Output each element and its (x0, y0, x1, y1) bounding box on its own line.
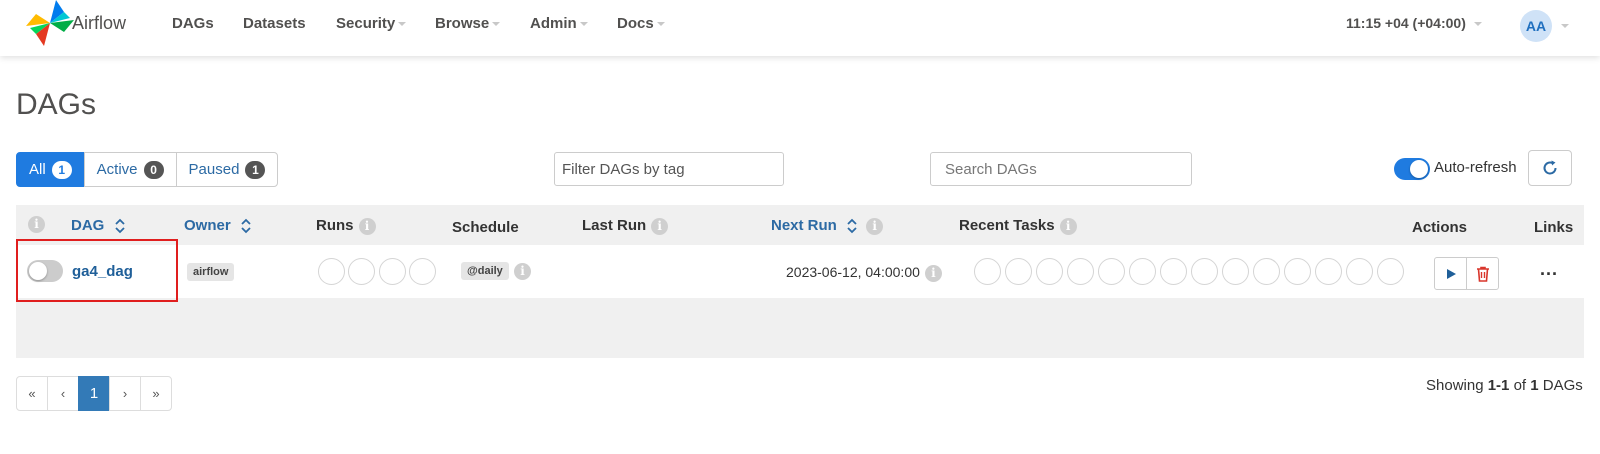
tag-filter-input[interactable] (554, 152, 784, 186)
task-status-circle[interactable] (974, 258, 1001, 285)
info-icon[interactable]: i (28, 216, 45, 233)
refresh-button[interactable] (1528, 150, 1572, 186)
task-status-circle[interactable] (1284, 258, 1311, 285)
filter-active-button[interactable]: Active 0 (83, 152, 177, 187)
highlight-box (16, 239, 178, 302)
header-dag[interactable]: DAG (71, 217, 125, 234)
trash-icon (1476, 266, 1489, 282)
dag-table-header: i DAG Owner Runs i Schedule Last Run i Nex… (16, 205, 1584, 245)
run-status-circle[interactable] (379, 258, 406, 285)
sort-icon (114, 218, 125, 234)
brand-name[interactable]: Airflow (72, 13, 126, 34)
page-next-button[interactable]: › (109, 376, 141, 411)
page-last-button[interactable]: » (140, 376, 172, 411)
info-icon[interactable]: i (1059, 217, 1077, 235)
page-title: DAGs (16, 88, 97, 121)
timezone-clock[interactable]: 11:15 +04 (+04:00) (1346, 15, 1482, 31)
play-icon (1446, 268, 1456, 279)
task-status-circle[interactable] (1222, 258, 1249, 285)
header-next-run[interactable]: Next Run i (771, 217, 884, 235)
page-current-button[interactable]: 1 (78, 376, 110, 411)
task-status-circle[interactable] (1377, 258, 1404, 285)
chevron-down-icon (398, 22, 407, 27)
info-icon[interactable]: i (866, 217, 884, 235)
delete-dag-button[interactable] (1466, 257, 1499, 290)
page-first-button[interactable]: « (16, 376, 48, 411)
run-status-circle[interactable] (409, 258, 436, 285)
task-status-circle[interactable] (1036, 258, 1063, 285)
header-schedule: Schedule (452, 219, 519, 236)
user-avatar[interactable]: AA (1520, 10, 1552, 42)
nav-browse[interactable]: Browse (435, 15, 501, 32)
auto-refresh-toggle[interactable] (1394, 158, 1430, 180)
header-links: Links (1534, 219, 1574, 236)
sort-icon (847, 218, 857, 234)
filter-paused-label: Paused (188, 161, 240, 178)
run-status-circle[interactable] (318, 258, 345, 285)
task-status-circle[interactable] (1160, 258, 1187, 285)
info-icon[interactable]: i (924, 264, 942, 282)
nav-admin[interactable]: Admin (530, 15, 588, 32)
task-status-circle[interactable] (1129, 258, 1156, 285)
task-status-circle[interactable] (1005, 258, 1032, 285)
search-dags-input[interactable] (930, 152, 1192, 186)
task-status-circle[interactable] (1315, 258, 1342, 285)
filter-paused-button[interactable]: Paused 1 (175, 152, 279, 187)
task-status-circle[interactable] (1191, 258, 1218, 285)
status-filter-group: All 1 Active 0 Paused 1 (16, 152, 279, 187)
schedule-tag[interactable]: @daily (461, 262, 509, 280)
run-status-circle[interactable] (348, 258, 375, 285)
next-run-value: 2023-06-12, 04:00:00 i (786, 264, 942, 282)
filter-all-button[interactable]: All 1 (16, 152, 85, 187)
chevron-down-icon (492, 22, 501, 27)
chevron-down-icon[interactable] (1561, 24, 1569, 28)
filter-all-count: 1 (51, 160, 72, 179)
owner-tag[interactable]: airflow (187, 263, 235, 281)
refresh-icon (1543, 160, 1557, 175)
chevron-down-icon (579, 22, 588, 27)
header-last-run: Last Run i (582, 217, 669, 235)
top-navbar: Airflow DAGs Datasets Security Browse Ad… (0, 0, 1600, 56)
airflow-logo-icon[interactable] (26, 0, 74, 46)
nav-dags[interactable]: DAGs (172, 15, 214, 32)
nav-docs[interactable]: Docs (617, 15, 665, 32)
task-status-circle[interactable] (1098, 258, 1125, 285)
task-status-circle[interactable] (1253, 258, 1280, 285)
links-menu[interactable]: ... (1540, 259, 1558, 280)
nav-datasets[interactable]: Datasets (243, 15, 306, 32)
auto-refresh-label: Auto-refresh (1434, 159, 1517, 176)
page-prev-button[interactable]: ‹ (47, 376, 79, 411)
nav-security[interactable]: Security (336, 15, 407, 32)
filter-all-label: All (29, 161, 46, 178)
header-owner[interactable]: Owner (184, 217, 251, 234)
filter-active-label: Active (96, 161, 138, 178)
header-recent-tasks: Recent Tasks i (959, 217, 1077, 235)
trigger-dag-button[interactable] (1434, 257, 1467, 290)
header-runs: Runs i (316, 217, 376, 235)
info-icon[interactable]: i (514, 263, 531, 280)
table-empty-footer (16, 298, 1584, 358)
sort-icon (241, 218, 251, 234)
task-status-circle[interactable] (1346, 258, 1373, 285)
pagination: « ‹ 1 › » (16, 376, 172, 411)
showing-count: Showing 1-1 of 1 DAGs (1426, 377, 1583, 394)
task-status-circle[interactable] (1067, 258, 1094, 285)
info-icon[interactable]: i (358, 217, 376, 235)
filter-active-count: 0 (143, 160, 164, 179)
header-actions: Actions (1412, 219, 1468, 236)
info-icon[interactable]: i (651, 217, 669, 235)
chevron-down-icon (656, 22, 665, 27)
filter-paused-count: 1 (245, 160, 266, 179)
table-row: ga4_dag airflow @daily i 2023-06-12, 04:… (16, 245, 1584, 298)
toggle-knob (1410, 160, 1428, 178)
chevron-down-icon (1473, 22, 1482, 27)
